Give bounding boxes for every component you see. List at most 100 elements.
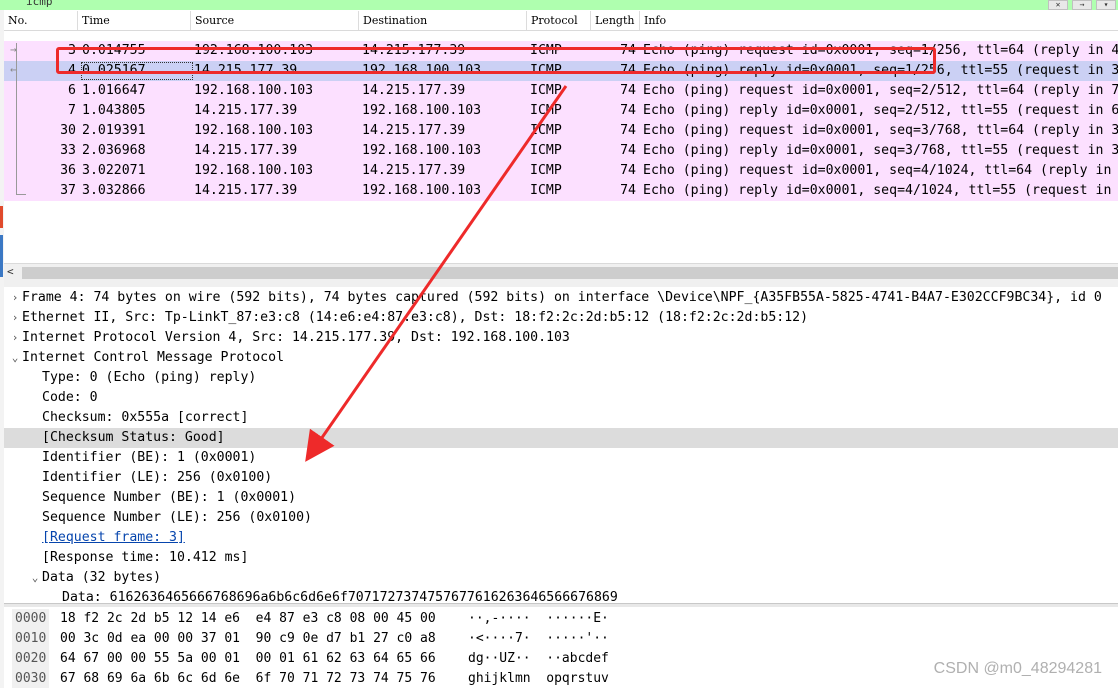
cell-source: 14.215.177.39 — [194, 103, 298, 118]
packet-row[interactable]: 7 1.043805 14.215.177.39 192.168.100.103 ICM… — [4, 101, 1118, 121]
cell-length: 74 — [620, 183, 636, 198]
col-header-info[interactable]: Info — [640, 11, 1118, 30]
request-frame-link[interactable]: [Request frame: 3] — [42, 528, 185, 548]
detail-row[interactable]: Sequence Number (BE): 1 (0x0001) — [4, 488, 1118, 508]
cell-length: 74 — [620, 123, 636, 138]
detail-text: [Response time: 10.412 ms] — [42, 550, 249, 565]
detail-text: Identifier (BE): 1 (0x0001) — [42, 450, 257, 465]
byte-ascii: ·<····7· ·····'·· — [468, 631, 609, 646]
col-header-time[interactable]: Time — [78, 11, 191, 30]
detail-row[interactable]: [Response time: 10.412 ms] — [4, 548, 1118, 568]
detail-row[interactable]: Checksum: 0x555a [correct] — [4, 408, 1118, 428]
detail-row[interactable]: [Request frame: 3] — [4, 528, 1118, 548]
cell-protocol: ICMP — [530, 103, 562, 118]
cell-no: 6 — [68, 83, 76, 98]
cell-destination: 14.215.177.39 — [362, 83, 466, 98]
cell-protocol: ICMP — [530, 163, 562, 178]
detail-text: Type: 0 (Echo (ping) reply) — [42, 370, 257, 385]
filter-bookmark-icon[interactable]: ▾ — [1096, 0, 1116, 10]
expand-chevron-icon[interactable]: › — [8, 308, 22, 328]
scrollbar-thumb[interactable] — [22, 267, 1118, 279]
cell-source: 192.168.100.103 — [194, 123, 314, 138]
packet-row[interactable]: 6 1.016647 192.168.100.103 14.215.177.39 ICM… — [4, 81, 1118, 101]
cell-no: 7 — [68, 103, 76, 118]
col-header-protocol[interactable]: Protocol — [527, 11, 591, 30]
detail-text: Sequence Number (BE): 1 (0x0001) — [42, 490, 297, 505]
cell-source: 192.168.100.103 — [194, 83, 314, 98]
detail-text: Identifier (LE): 256 (0x0100) — [42, 470, 273, 485]
cell-time: 3.022071 — [82, 163, 146, 178]
cell-destination: 192.168.100.103 — [362, 183, 482, 198]
cell-no: 33 — [60, 143, 76, 158]
cell-length: 74 — [620, 143, 636, 158]
col-header-length[interactable]: Length — [591, 11, 640, 30]
bytes-row[interactable]: 0010 00 3c 0d ea 00 00 37 01 90 c9 0e d7 … — [4, 629, 1118, 649]
byte-ascii: ghijklmn opqrstuv — [468, 671, 609, 686]
packet-row[interactable]: 30 2.019391 192.168.100.103 14.215.177.39 IC… — [4, 121, 1118, 141]
conversation-tree-line — [16, 43, 17, 195]
detail-text: Checksum: 0x555a [correct] — [42, 410, 249, 425]
detail-row[interactable]: ⌄ Internet Control Message Protocol — [4, 348, 1118, 368]
detail-row[interactable]: › Ethernet II, Src: Tp-LinkT_87:e3:c8 (14… — [4, 308, 1118, 328]
cell-length: 74 — [620, 83, 636, 98]
cell-no: 30 — [60, 123, 76, 138]
cell-info: Echo (ping) reply id=0x0001, seq=4/1024,… — [643, 183, 1118, 198]
cell-time: 2.036968 — [82, 143, 146, 158]
clear-filter-icon[interactable]: ✕ — [1048, 0, 1068, 10]
packet-row[interactable]: 37 3.032866 14.215.177.39 192.168.100.103 IC… — [4, 181, 1118, 201]
cell-no: 36 — [60, 163, 76, 178]
detail-row[interactable]: Type: 0 (Echo (ping) reply) — [4, 368, 1118, 388]
detail-row[interactable]: Code: 0 — [4, 388, 1118, 408]
cell-source: 14.215.177.39 — [194, 183, 298, 198]
bytes-row[interactable]: 0000 18 f2 2c 2d b5 12 14 e6 e4 87 e3 c8 … — [4, 609, 1118, 629]
cell-time: 1.043805 — [82, 103, 146, 118]
detail-row[interactable]: [Checksum Status: Good] — [4, 428, 1118, 448]
cell-info: Echo (ping) request id=0x0001, seq=3/768… — [643, 123, 1118, 138]
detail-row[interactable]: Identifier (LE): 256 (0x0100) — [4, 468, 1118, 488]
cell-protocol: ICMP — [530, 183, 562, 198]
detail-row[interactable]: › Frame 4: 74 bytes on wire (592 bits), 7… — [4, 288, 1118, 308]
scroll-left-icon[interactable]: < — [7, 265, 14, 278]
apply-filter-icon[interactable]: → — [1072, 0, 1092, 10]
packet-row[interactable]: 33 2.036968 14.215.177.39 192.168.100.103 IC… — [4, 141, 1118, 161]
detail-text: Frame 4: 74 bytes on wire (592 bits), 74… — [22, 290, 1102, 305]
expand-chevron-icon[interactable]: › — [8, 288, 22, 308]
packet-list-header: No. Time Source Destination Protocol Len… — [4, 11, 1118, 31]
cell-destination: 14.215.177.39 — [362, 123, 466, 138]
cell-time: 1.016647 — [82, 83, 146, 98]
cell-protocol: ICMP — [530, 143, 562, 158]
cell-source: 192.168.100.103 — [194, 163, 314, 178]
detail-row[interactable]: › Internet Protocol Version 4, Src: 14.21… — [4, 328, 1118, 348]
cell-time: 3.032866 — [82, 183, 146, 198]
byte-hex: 64 67 00 00 55 5a 00 01 00 01 61 62 63 6… — [60, 651, 436, 666]
packet-details[interactable]: › Frame 4: 74 bytes on wire (592 bits), 7… — [4, 287, 1118, 605]
detail-text: Internet Control Message Protocol — [22, 350, 285, 365]
col-header-no[interactable]: No. — [4, 11, 78, 30]
col-header-destination[interactable]: Destination — [359, 11, 527, 30]
byte-ascii: dg··UZ·· ··abcdef — [468, 651, 609, 666]
byte-offset: 0000 — [12, 609, 50, 629]
watermark: CSDN @m0_48294281 — [933, 660, 1102, 677]
cell-info: Echo (ping) request id=0x0001, seq=4/102… — [643, 163, 1118, 178]
packet-row[interactable]: 36 3.022071 192.168.100.103 14.215.177.39 IC… — [4, 161, 1118, 181]
detail-row[interactable]: Identifier (BE): 1 (0x0001) — [4, 448, 1118, 468]
detail-row[interactable]: ⌄ Data (32 bytes) — [4, 568, 1118, 588]
conversation-tree-end — [16, 194, 26, 195]
collapse-chevron-icon[interactable]: ⌄ — [28, 568, 42, 588]
cell-info: Echo (ping) reply id=0x0001, seq=3/768, … — [643, 143, 1118, 158]
collapse-chevron-icon[interactable]: ⌄ — [8, 348, 22, 368]
detail-text: Internet Protocol Version 4, Src: 14.215… — [22, 330, 570, 345]
expand-chevron-icon[interactable]: › — [8, 328, 22, 348]
cell-time: 2.019391 — [82, 123, 146, 138]
byte-hex: 67 68 69 6a 6b 6c 6d 6e 6f 70 71 72 73 7… — [60, 671, 436, 686]
cell-destination: 192.168.100.103 — [362, 103, 482, 118]
packet-list-hscrollbar[interactable]: < — [4, 263, 1118, 282]
detail-text: Sequence Number (LE): 256 (0x0100) — [42, 510, 312, 525]
col-header-source[interactable]: Source — [191, 11, 359, 30]
detail-row[interactable]: Sequence Number (LE): 256 (0x0100) — [4, 508, 1118, 528]
byte-hex: 00 3c 0d ea 00 00 37 01 90 c9 0e d7 b1 2… — [60, 631, 436, 646]
byte-hex: 18 f2 2c 2d b5 12 14 e6 e4 87 e3 c8 08 0… — [60, 611, 436, 626]
cell-source: 14.215.177.39 — [194, 143, 298, 158]
detail-text: [Checksum Status: Good] — [42, 430, 225, 445]
filter-text: icmp — [26, 0, 53, 8]
